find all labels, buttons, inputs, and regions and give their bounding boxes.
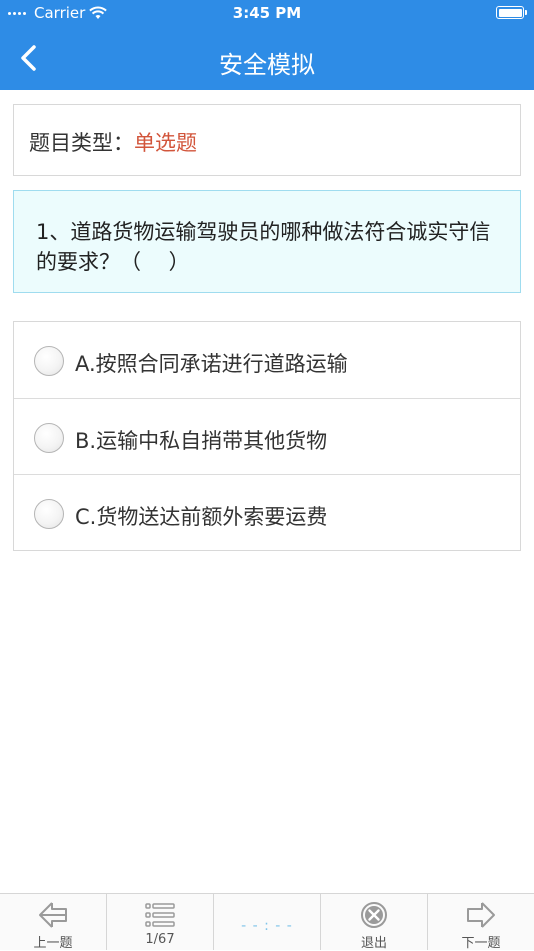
timer-slot: - - : - - <box>214 894 321 950</box>
options-list: A.按照合同承诺进行道路运输 B.运输中私自捎带其他货物 C.货物送达前额外索要… <box>13 321 521 551</box>
exit-label: 退出 <box>360 936 387 951</box>
exit-button[interactable]: 退出 <box>321 894 428 951</box>
arrow-right-icon <box>467 902 495 928</box>
option-label: A.按照合同承诺进行道路运输 <box>75 352 348 376</box>
status-time: 3:45 PM <box>232 4 302 22</box>
option-label: C.货物送达前额外索要运费 <box>75 505 328 529</box>
question-card: 1、道路货物运输驾驶员的哪种做法符合诚实守信的要求？（ ） <box>13 190 521 293</box>
next-question-label: 下一题 <box>461 936 501 951</box>
radio-button[interactable] <box>34 423 64 453</box>
question-type-card: 题目类型：单选题 <box>13 104 521 176</box>
question-type-row: 题目类型：单选题 <box>29 127 197 157</box>
prev-question-button[interactable]: 上一题 <box>0 894 107 951</box>
question-progress: 1/67 <box>145 932 175 947</box>
radio-button[interactable] <box>34 346 64 376</box>
prev-question-label: 上一题 <box>33 936 73 951</box>
option-c[interactable]: C.货物送达前额外索要运费 <box>14 474 520 550</box>
timer-placeholder: - - : - - <box>241 918 293 934</box>
page-title: 安全模拟 <box>219 51 315 79</box>
option-label: B.运输中私自捎带其他货物 <box>75 429 328 453</box>
status-bar: Carrier 3:45 PM <box>0 0 534 26</box>
list-icon <box>145 903 175 927</box>
close-circle-icon <box>361 902 387 928</box>
arrow-left-icon <box>39 902 67 928</box>
question-text: 1、道路货物运输驾驶员的哪种做法符合诚实守信的要求？（ ） <box>36 220 491 274</box>
navigation-bar: 安全模拟 <box>0 26 534 90</box>
option-b[interactable]: B.运输中私自捎带其他货物 <box>14 398 520 474</box>
question-type-value: 单选题 <box>134 131 197 155</box>
question-type-label: 题目类型： <box>29 131 134 155</box>
radio-button[interactable] <box>34 499 64 529</box>
battery-icon <box>496 6 527 19</box>
option-a[interactable]: A.按照合同承诺进行道路运输 <box>14 322 520 398</box>
next-question-button[interactable]: 下一题 <box>428 894 534 951</box>
bottom-toolbar: 上一题 1/67 - - : - - 退出 下一题 <box>0 893 534 951</box>
question-list-button[interactable]: 1/67 <box>107 894 214 950</box>
